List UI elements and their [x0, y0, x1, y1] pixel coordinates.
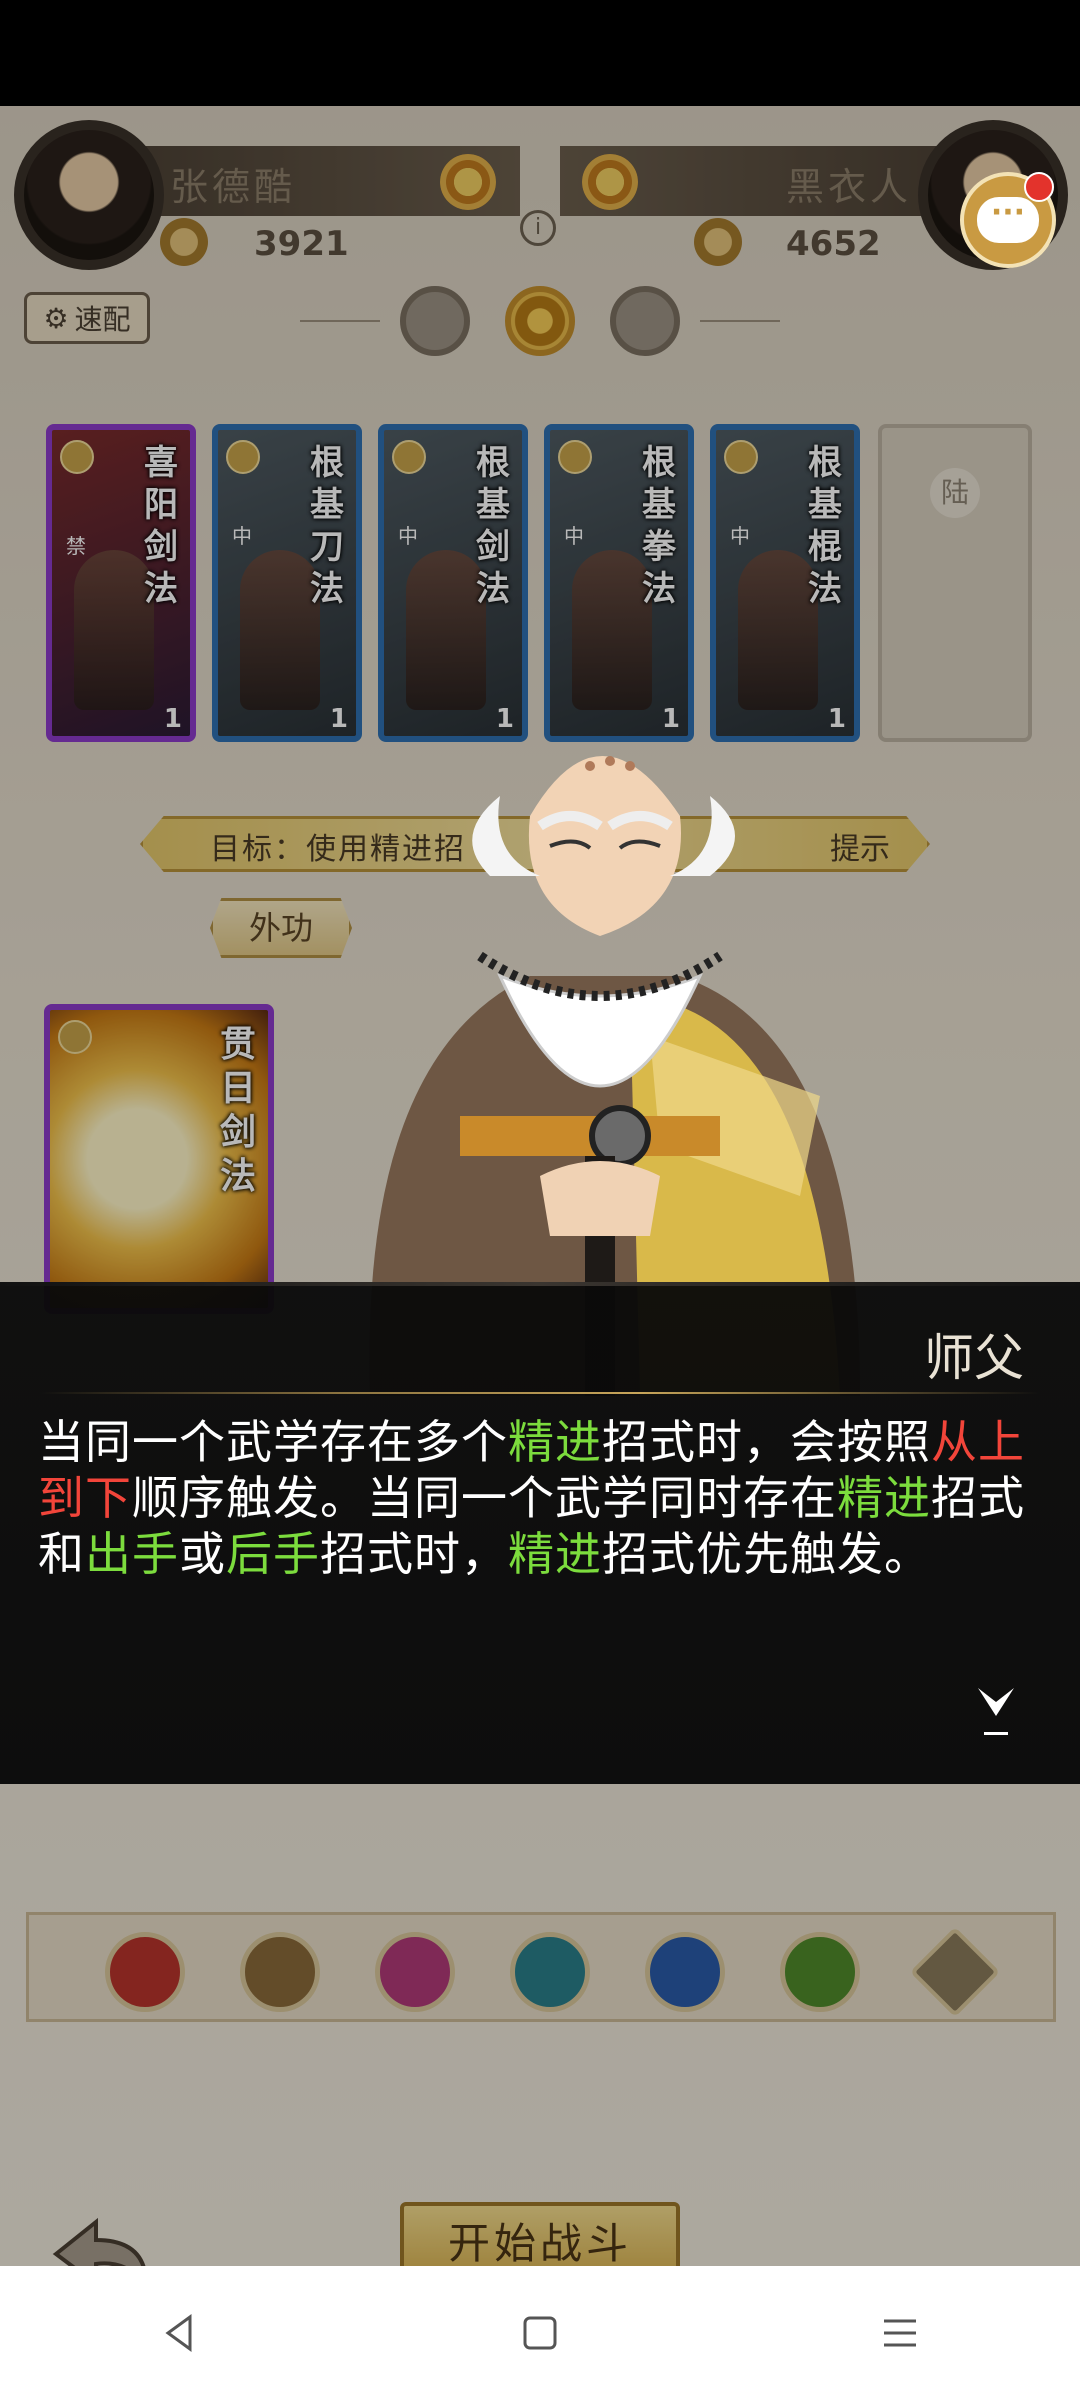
square-home-icon [523, 2316, 557, 2350]
card-emblem-icon [392, 440, 426, 474]
speaker-divider [40, 1392, 1040, 1394]
right-power-icon [694, 218, 742, 266]
dialog-top-edge [0, 1282, 1080, 1286]
empty-card-slot[interactable]: 陆 [878, 424, 1032, 742]
system-nav-bar [0, 2266, 1080, 2400]
left-player-avatar[interactable] [14, 120, 164, 270]
card-name: 根基刀法 [310, 443, 344, 609]
highlight-jingjin: 精进 [837, 1471, 931, 1525]
phase-crescent-icon [610, 286, 680, 356]
speaker-name: 师父 [924, 1329, 1024, 1387]
back-button[interactable]: 返回 [52, 2256, 124, 2266]
card-name: 根基拳法 [642, 443, 676, 609]
dialog-text-segment: 招式时， [320, 1527, 508, 1581]
slot-label: 陆 [930, 468, 980, 518]
highlight-houshou: 后手 [226, 1527, 320, 1581]
info-icon[interactable]: i [520, 210, 556, 246]
card-tag: 中 [232, 524, 252, 548]
left-player-name: 张德酷 [170, 165, 297, 209]
card-emblem-icon [60, 440, 94, 474]
chat-bubble-icon: ··· [977, 197, 1039, 243]
skill-card-1[interactable]: 禁 喜阳剑法 1 [46, 424, 196, 742]
left-power-icon [160, 218, 208, 266]
sword-brown-icon[interactable] [240, 1932, 320, 2012]
card-emblem-icon [58, 1020, 92, 1054]
left-medal-icon [440, 154, 496, 210]
phase-line-right [700, 320, 780, 322]
card-tag: 禁 [66, 534, 86, 558]
continue-arrow-icon[interactable] [976, 1682, 1016, 1742]
fan-icon[interactable] [510, 1932, 590, 2012]
highlight-jingjin: 精进 [508, 1527, 602, 1581]
dialog-text-segment: 顺序触发。当同一个武学同时存在 [132, 1471, 837, 1525]
notification-dot [1024, 172, 1054, 202]
staff-green-icon[interactable] [780, 1932, 860, 2012]
phase-moon-icon [400, 286, 470, 356]
card-name: 喜阳剑法 [144, 443, 178, 609]
phase-sun-icon [505, 286, 575, 356]
right-power-value: 4652 [786, 224, 881, 264]
quick-match-button[interactable]: ⚙ 速配 [24, 292, 150, 344]
card-name: 根基棍法 [808, 443, 842, 609]
left-power-value: 3921 [254, 224, 349, 264]
gear-icon: ⚙ [43, 301, 69, 335]
highlight-chushou: 出手 [85, 1527, 179, 1581]
right-medal-icon [582, 154, 638, 210]
highlight-jingjin: 精进 [508, 1415, 602, 1469]
card-tag: 中 [398, 524, 418, 548]
start-battle-button[interactable]: 开始战斗 [400, 2202, 680, 2266]
card-count: 1 [163, 704, 182, 734]
dialog-text-segment: 当同一个武学存在多个 [38, 1415, 508, 1469]
game-screen: 张德酷 黑衣人 3921 4652 i ··· ⚙ 速配 禁 喜阳剑法 1 中 … [0, 106, 1080, 2266]
phase-line-left [300, 320, 380, 322]
status-bar [0, 0, 1080, 106]
card-emblem-icon [558, 440, 592, 474]
card-emblem-icon [724, 440, 758, 474]
card-figure [74, 550, 154, 710]
right-player-name: 黑衣人 [786, 165, 913, 209]
nav-back-button[interactable] [135, 2288, 225, 2378]
fist-icon[interactable] [375, 1932, 455, 2012]
nav-home-button[interactable] [495, 2288, 585, 2378]
dialog-text-segment: 或 [179, 1527, 226, 1581]
triangle-back-icon [165, 2314, 192, 2352]
tutorial-dialog[interactable]: 师父 当同一个武学存在多个精进招式时，会按照从上到下顺序触发。当同一个武学同时存… [0, 1282, 1080, 1784]
hand-card[interactable]: 贯日剑法 [44, 1004, 274, 1314]
dialog-text: 当同一个武学存在多个精进招式时，会按照从上到下顺序触发。当同一个武学同时存在精进… [38, 1414, 1048, 1582]
card-name: 根基剑法 [476, 443, 510, 609]
card-name: 贯日剑法 [220, 1023, 257, 1197]
dialog-text-segment: 招式优先触发。 [602, 1527, 931, 1581]
card-tag: 中 [564, 524, 584, 548]
nav-menu-button[interactable] [855, 2288, 945, 2378]
sword-red-icon[interactable] [105, 1932, 185, 2012]
quick-match-label: 速配 [74, 303, 131, 336]
menu-lines-icon [884, 2319, 916, 2347]
yin-yang-icon[interactable] [645, 1932, 725, 2012]
card-emblem-icon [226, 440, 260, 474]
chat-button[interactable]: ··· [960, 172, 1056, 268]
dialog-text-segment: 招式时，会按照 [602, 1415, 931, 1469]
card-tag: 中 [730, 524, 750, 548]
